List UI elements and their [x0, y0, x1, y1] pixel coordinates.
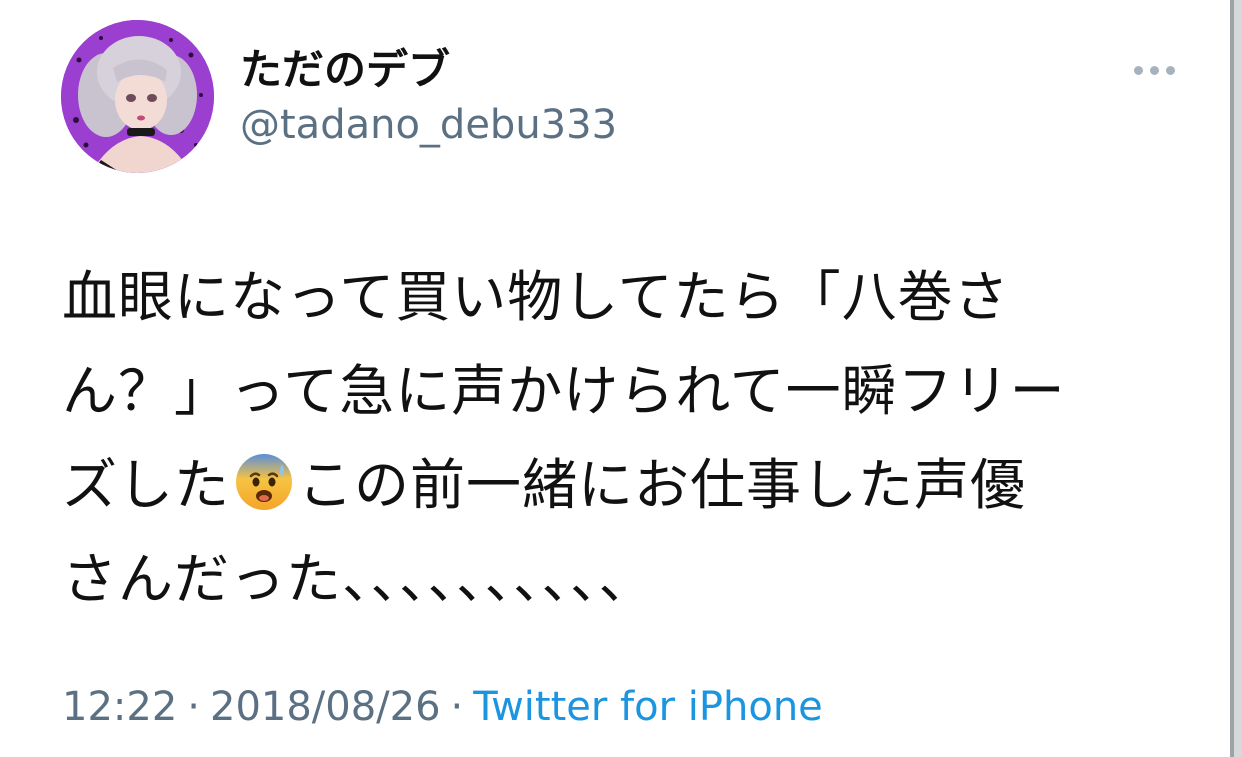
- tweet-detail-view: ただのデブ @tadano_debu333 血眼になって買い物してたら「八巻さ …: [0, 0, 1242, 757]
- avatar[interactable]: [61, 20, 214, 173]
- tweet-date: 2018/08/26: [210, 684, 441, 730]
- tweet-metadata: 12:22 · 2018/08/26 · Twitter for iPhone: [62, 682, 823, 732]
- user-handle[interactable]: @tadano_debu333: [240, 100, 617, 150]
- meta-separator: ·: [187, 684, 200, 730]
- display-name[interactable]: ただのデブ: [240, 44, 450, 96]
- tweet-line-part: この前一緒にお仕事した声優: [298, 453, 1027, 517]
- anxious-face-with-sweat-icon: [234, 446, 294, 510]
- avatar-illustration: [61, 20, 214, 173]
- more-dot: [1150, 66, 1159, 75]
- tweet-line-part: ズした: [62, 453, 231, 517]
- scrollbar[interactable]: [1230, 0, 1242, 757]
- tweet-line: さんだった、、、、、、、、、、: [62, 547, 655, 611]
- tweet-text: 血眼になって買い物してたら「八巻さ ん？」って急に声かけられて一瞬フリー ズした: [62, 250, 1172, 626]
- tweet-line: ん？」って急に声かけられて一瞬フリー: [62, 359, 1066, 423]
- tweet-time: 12:22: [62, 684, 178, 730]
- meta-separator: ·: [450, 684, 464, 730]
- tweet-line: 血眼になって買い物してたら「八巻さ: [62, 265, 1010, 329]
- more-dot: [1166, 66, 1175, 75]
- more-dot: [1134, 66, 1143, 75]
- tweet-source-link[interactable]: Twitter for iPhone: [473, 684, 823, 730]
- tweet-line: ズした この前一緒にお仕事した声優: [62, 438, 1172, 532]
- more-options-icon[interactable]: [1126, 50, 1182, 90]
